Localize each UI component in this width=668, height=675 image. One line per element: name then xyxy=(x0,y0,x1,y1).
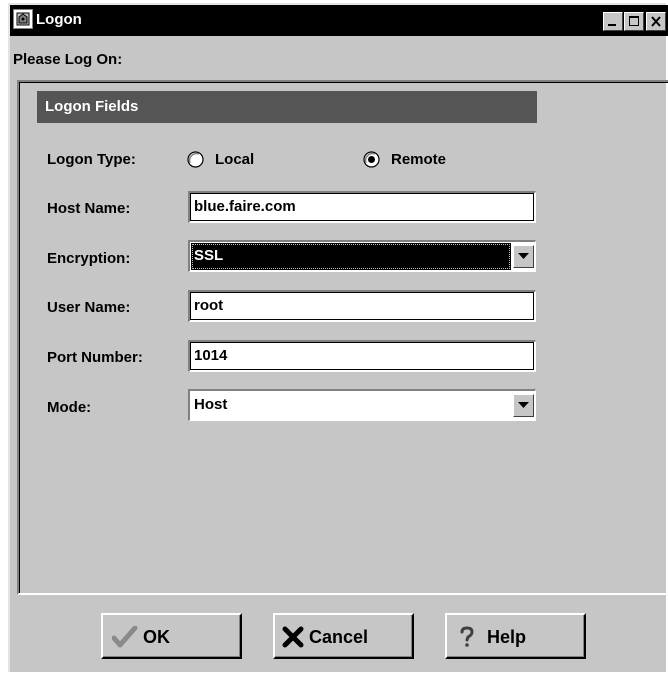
logon-fields-panel: Logon Fields Logon Type: Local Remote Ho… xyxy=(17,80,668,595)
title-bar[interactable]: Logon xyxy=(10,5,668,36)
encryption-value: SSL xyxy=(191,243,511,270)
port-number-field[interactable]: 1014 xyxy=(188,340,536,372)
ok-button[interactable]: OK xyxy=(101,613,242,659)
maximize-button[interactable] xyxy=(624,12,644,31)
maximize-icon xyxy=(629,16,639,26)
section-header: Logon Fields xyxy=(37,91,537,123)
host-name-field[interactable]: blue.faire.com xyxy=(188,191,536,223)
host-name-label: Host Name: xyxy=(47,200,131,217)
question-mark-icon xyxy=(460,626,474,647)
panel-inner: Logon Fields Logon Type: Local Remote Ho… xyxy=(19,82,668,593)
remote-radio-label[interactable]: Remote xyxy=(391,151,446,168)
encryption-label: Encryption: xyxy=(47,250,131,267)
help-button-label: Help xyxy=(487,627,527,647)
window-title: Logon xyxy=(36,11,82,28)
encryption-dropdown-button[interactable] xyxy=(513,245,534,268)
checkmark-icon xyxy=(112,626,138,648)
cancel-button[interactable]: Cancel xyxy=(273,613,414,659)
local-radio-label[interactable]: Local xyxy=(215,151,254,168)
encryption-dropdown[interactable]: SSL xyxy=(188,240,536,272)
logon-prompt: Please Log On: xyxy=(13,51,123,68)
mode-value: Host xyxy=(194,396,228,413)
chevron-down-icon xyxy=(518,402,529,408)
logon-type-label: Logon Type: xyxy=(47,151,136,168)
ok-button-label: OK xyxy=(143,627,170,647)
chevron-down-icon xyxy=(518,253,529,259)
mode-dropdown[interactable]: Host xyxy=(188,389,536,421)
remote-radio[interactable] xyxy=(363,151,380,168)
minimize-button[interactable] xyxy=(603,12,623,31)
local-radio[interactable] xyxy=(187,151,204,168)
close-icon xyxy=(651,16,661,27)
mode-dropdown-button[interactable] xyxy=(513,394,534,417)
x-mark-icon xyxy=(282,626,304,648)
close-button[interactable] xyxy=(646,12,666,31)
logon-window: Logon Please Log On: Logon Fields Logon … xyxy=(8,3,668,672)
user-name-label: User Name: xyxy=(47,299,131,316)
mode-label: Mode: xyxy=(47,399,92,416)
port-number-label: Port Number: xyxy=(47,349,143,366)
app-icon[interactable] xyxy=(13,9,33,29)
minimize-icon xyxy=(608,24,616,26)
user-name-field[interactable]: root xyxy=(188,290,536,322)
help-button[interactable]: Help xyxy=(445,613,586,659)
cancel-button-label: Cancel xyxy=(309,627,369,647)
